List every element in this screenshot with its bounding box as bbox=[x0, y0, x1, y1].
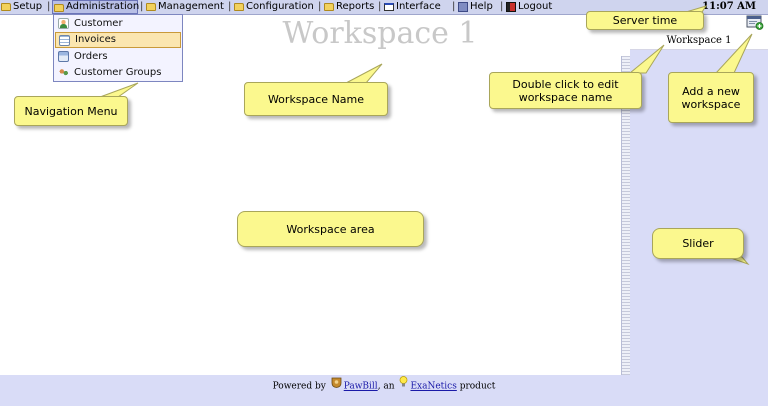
menu-help[interactable]: Help bbox=[457, 0, 493, 14]
menu-management-label: Management bbox=[158, 1, 224, 12]
callout-workspace-name: Workspace Name bbox=[244, 82, 388, 116]
callout-slider: Slider bbox=[652, 228, 744, 259]
folder-icon bbox=[54, 4, 64, 12]
bulb-icon bbox=[399, 375, 408, 397]
callout-double-click: Double click to edit workspace name bbox=[489, 72, 642, 109]
menu-configuration[interactable]: Configuration bbox=[233, 0, 314, 14]
menu-interface[interactable]: Interface bbox=[383, 0, 441, 14]
callout-navigation-menu: Navigation Menu bbox=[14, 96, 128, 126]
invoice-icon bbox=[59, 35, 70, 46]
callout-server-time: Server time bbox=[586, 11, 704, 30]
callout-double-click-text: Double click to edit workspace name bbox=[512, 77, 619, 104]
callout-slider-text: Slider bbox=[682, 237, 714, 250]
footer: Powered by PawBill, an ExaNetics product bbox=[0, 375, 768, 406]
menu-separator: | bbox=[378, 1, 382, 12]
dropdown-item-customer-information[interactable]: Customer Information bbox=[55, 16, 181, 45]
pawbill-link[interactable]: PawBill bbox=[344, 382, 378, 392]
add-workspace-icon bbox=[746, 15, 764, 30]
footer-an: , an bbox=[377, 381, 395, 392]
help-icon bbox=[458, 2, 468, 12]
window-icon bbox=[384, 3, 394, 11]
customer-icon bbox=[58, 18, 69, 29]
menu-separator: | bbox=[318, 1, 322, 12]
menu-setup[interactable]: Setup bbox=[0, 0, 42, 14]
customer-groups-icon bbox=[58, 67, 69, 78]
menu-reports[interactable]: Reports bbox=[323, 0, 374, 14]
dropdown-item-label: Invoices bbox=[75, 34, 116, 45]
workspace-tab[interactable]: Workspace 1 bbox=[630, 33, 768, 50]
menu-separator: | bbox=[140, 1, 144, 12]
workspace-title[interactable]: Workspace 1 bbox=[280, 16, 480, 51]
footer-product: product bbox=[459, 381, 496, 392]
menu-separator: | bbox=[47, 1, 51, 12]
menu-separator: | bbox=[452, 1, 456, 12]
menu-logout[interactable]: Logout bbox=[505, 0, 552, 14]
pawbill-logo-icon bbox=[331, 375, 342, 397]
menu-help-label: Help bbox=[470, 1, 493, 12]
callout-add-workspace: Add a new workspace bbox=[668, 72, 754, 123]
menu-separator: | bbox=[228, 1, 232, 12]
dropdown-item-label: Customer Groups bbox=[74, 67, 162, 78]
callout-workspace-area-text: Workspace area bbox=[286, 222, 375, 236]
menu-administration[interactable]: Administration bbox=[52, 0, 140, 14]
callout-navigation-menu-text: Navigation Menu bbox=[24, 104, 118, 118]
menu-administration-label: Administration bbox=[66, 1, 140, 12]
folder-icon bbox=[1, 3, 11, 11]
menu-interface-label: Interface bbox=[396, 1, 441, 12]
exanetics-link[interactable]: ExaNetics bbox=[410, 382, 456, 392]
administration-dropdown: Customer Information Invoices Orders Cus… bbox=[53, 14, 183, 82]
menu-management[interactable]: Management bbox=[145, 0, 224, 14]
menu-reports-label: Reports bbox=[336, 1, 375, 12]
folder-icon bbox=[324, 3, 334, 11]
menu-configuration-label: Configuration bbox=[246, 1, 314, 12]
dropdown-item-orders[interactable]: Orders bbox=[55, 49, 181, 65]
folder-icon bbox=[234, 3, 244, 11]
add-workspace-button[interactable] bbox=[746, 15, 764, 30]
logout-icon bbox=[506, 2, 516, 12]
orders-icon bbox=[58, 51, 69, 62]
menu-separator: | bbox=[500, 1, 504, 12]
menu-logout-label: Logout bbox=[518, 1, 553, 12]
callout-workspace-area: Workspace area bbox=[237, 211, 424, 247]
callout-workspace-name-text: Workspace Name bbox=[267, 92, 365, 106]
menu-setup-label: Setup bbox=[13, 1, 43, 12]
callout-add-workspace-text: Add a new workspace bbox=[681, 84, 741, 111]
dropdown-item-label: Orders bbox=[74, 51, 108, 62]
folder-icon bbox=[146, 3, 156, 11]
dropdown-item-invoices[interactable]: Invoices bbox=[55, 32, 181, 48]
dropdown-item-customer-groups[interactable]: Customer Groups bbox=[55, 65, 181, 81]
footer-powered-by: Powered by bbox=[272, 381, 326, 392]
server-time: 11:07 AM bbox=[702, 1, 756, 12]
callout-server-time-text: Server time bbox=[612, 14, 678, 27]
